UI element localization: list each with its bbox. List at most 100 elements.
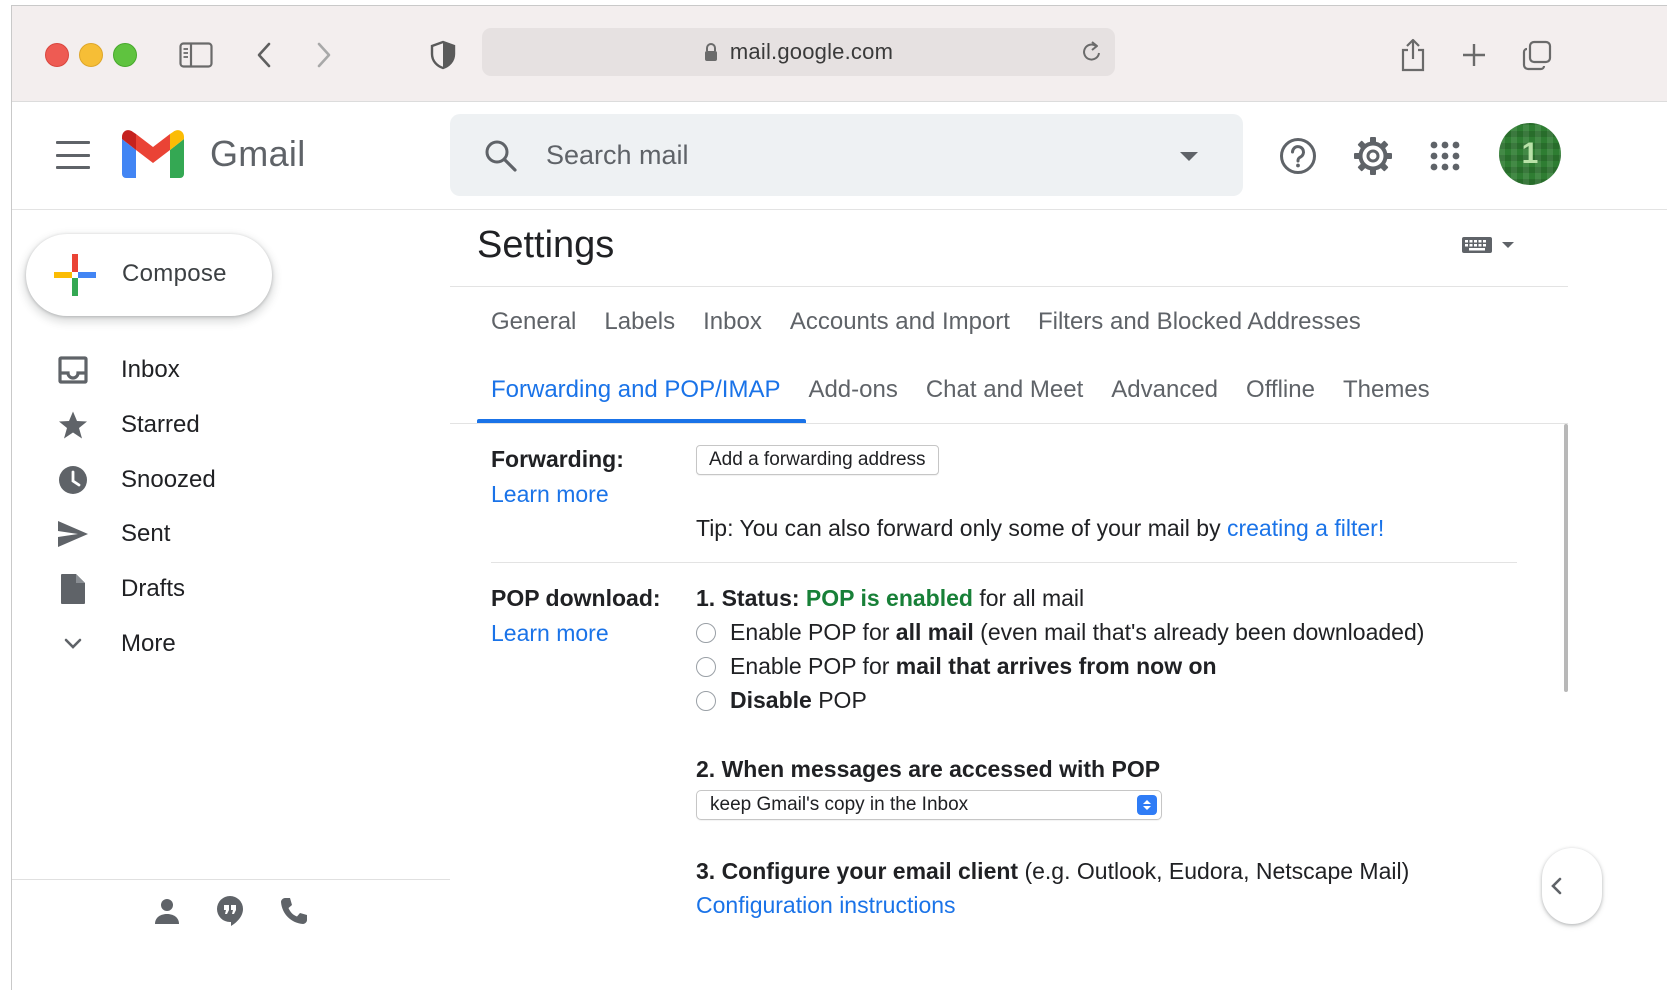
contacts-person-icon[interactable] xyxy=(150,894,184,928)
sidebar-item-more[interactable]: More xyxy=(12,616,432,671)
reload-icon[interactable] xyxy=(1081,40,1103,69)
minimize-window-button[interactable] xyxy=(79,43,103,67)
pop-status-suffix: for all mail xyxy=(972,585,1085,611)
radio-button[interactable] xyxy=(696,690,716,711)
zoom-window-button[interactable] xyxy=(113,43,137,67)
pop-status-prefix: 1. Status: xyxy=(696,585,806,611)
search-options-icon[interactable] xyxy=(1180,152,1198,161)
tab-general[interactable]: General xyxy=(477,306,590,346)
send-icon xyxy=(56,517,90,551)
option-pre: Enable POP for xyxy=(730,653,896,679)
apps-grid-icon[interactable] xyxy=(1420,131,1470,181)
tab-inbox[interactable]: Inbox xyxy=(689,306,776,346)
sidebar-item-label: Drafts xyxy=(121,575,186,603)
sidebar-item-label: More xyxy=(121,629,176,657)
settings-tabs-row1: General Labels Inbox Accounts and Import… xyxy=(477,306,1375,346)
input-tools-button[interactable] xyxy=(1462,236,1514,254)
page-title: Settings xyxy=(477,224,615,266)
tab-add-ons[interactable]: Add-ons xyxy=(794,374,911,414)
configuration-instructions-link[interactable]: Configuration instructions xyxy=(696,892,956,919)
draft-icon xyxy=(56,572,90,606)
sidebar-item-label: Sent xyxy=(121,520,171,548)
chevron-left-icon xyxy=(1551,877,1562,895)
forwarding-tip: Tip: You can also forward only some of y… xyxy=(696,515,1384,542)
gmail-header: Gmail Search mail 1 xyxy=(12,103,1667,210)
main-menu-icon[interactable] xyxy=(56,141,90,169)
tab-accounts-and-import[interactable]: Accounts and Import xyxy=(776,306,1024,346)
pop-option-disable[interactable]: Disable POP xyxy=(696,687,867,714)
sidebar-item-inbox[interactable]: Inbox xyxy=(12,343,432,398)
pop-learn-more-link[interactable]: Learn more xyxy=(491,620,609,647)
account-avatar[interactable]: 1 xyxy=(1499,123,1561,185)
settings-gear-icon[interactable] xyxy=(1348,131,1398,181)
browser-toolbar: mail.google.com xyxy=(12,6,1667,102)
compose-button[interactable]: Compose xyxy=(26,234,272,316)
pop-access-select[interactable]: keep Gmail's copy in the Inbox xyxy=(696,790,1162,820)
keyboard-icon xyxy=(1462,237,1492,253)
sidebar-item-starred[interactable]: Starred xyxy=(12,398,432,453)
sidebar-item-sent[interactable]: Sent xyxy=(12,507,432,562)
inbox-icon xyxy=(56,353,90,387)
tab-chat-and-meet[interactable]: Chat and Meet xyxy=(912,374,1097,414)
divider xyxy=(450,286,1568,287)
radio-button[interactable] xyxy=(696,622,716,643)
phone-icon[interactable] xyxy=(277,894,311,928)
side-panel-toggle[interactable] xyxy=(1542,848,1602,924)
search-input[interactable] xyxy=(546,130,1146,180)
radio-button[interactable] xyxy=(696,656,716,677)
configure-client-heading: 3. Configure your email client xyxy=(696,858,1019,884)
tab-labels[interactable]: Labels xyxy=(590,306,689,346)
close-window-button[interactable] xyxy=(45,43,69,67)
sidebar-item-label: Inbox xyxy=(121,356,180,384)
option-text: Enable POP for mail that arrives from no… xyxy=(730,653,1217,680)
search-icon[interactable] xyxy=(484,139,518,178)
tab-themes[interactable]: Themes xyxy=(1329,374,1444,414)
sidebar-item-drafts[interactable]: Drafts xyxy=(12,562,432,617)
option-pre: Enable POP for xyxy=(730,619,896,645)
address-bar[interactable]: mail.google.com xyxy=(482,28,1115,76)
select-stepper-icon xyxy=(1137,795,1157,815)
sidebar-item-label: Starred xyxy=(121,411,200,439)
content-scrollbar[interactable] xyxy=(1564,424,1568,692)
configure-client-note: (e.g. Outlook, Eudora, Netscape Mail) xyxy=(1018,858,1410,884)
forwarding-tip-text: Tip: You can also forward only some of y… xyxy=(696,515,1227,541)
tab-advanced[interactable]: Advanced xyxy=(1097,374,1232,414)
back-icon[interactable] xyxy=(252,33,276,77)
pop-status: 1. Status: POP is enabled for all mail xyxy=(696,585,1084,612)
tab-offline[interactable]: Offline xyxy=(1232,374,1329,414)
sidebar-toggle-icon[interactable] xyxy=(178,33,214,77)
hangouts-icon[interactable] xyxy=(213,894,247,928)
privacy-shield-icon[interactable] xyxy=(429,33,457,77)
pop-option-from-now-on[interactable]: Enable POP for mail that arrives from no… xyxy=(696,653,1217,680)
divider xyxy=(450,423,1568,424)
clock-icon xyxy=(56,463,90,497)
share-icon[interactable] xyxy=(1398,33,1428,77)
option-bold: all mail xyxy=(895,619,974,645)
select-value: keep Gmail's copy in the Inbox xyxy=(710,794,969,815)
url-text: mail.google.com xyxy=(729,39,894,64)
option-bold: mail that arrives from now on xyxy=(895,653,1217,679)
tab-overview-icon[interactable] xyxy=(1520,33,1554,77)
sidebar-nav: Inbox Starred Snoozed Sent Drafts More xyxy=(12,343,432,671)
sidebar-item-snoozed[interactable]: Snoozed xyxy=(12,452,432,507)
pop-option-all-mail[interactable]: Enable POP for all mail (even mail that'… xyxy=(696,619,1424,646)
new-tab-icon[interactable] xyxy=(1460,33,1488,77)
browser-window: mail.google.com Gmail Search mail 1 Comp… xyxy=(11,5,1667,990)
gmail-logo-icon[interactable] xyxy=(122,130,184,183)
pop-download-label: POP download: xyxy=(491,585,661,611)
compose-label: Compose xyxy=(122,260,227,287)
compose-plus-icon xyxy=(54,254,96,296)
chevron-down-icon xyxy=(56,627,90,661)
forwarding-learn-more-link[interactable]: Learn more xyxy=(491,481,609,508)
help-icon[interactable] xyxy=(1273,131,1323,181)
tab-forwarding-and-pop-imap[interactable]: Forwarding and POP/IMAP xyxy=(477,374,794,414)
option-text: Enable POP for all mail (even mail that'… xyxy=(730,619,1424,646)
forward-icon[interactable] xyxy=(312,33,336,77)
search-bar[interactable] xyxy=(450,114,1243,196)
option-text: Disable POP xyxy=(730,687,867,714)
add-forwarding-address-button[interactable]: Add a forwarding address xyxy=(696,445,939,475)
creating-filter-link[interactable]: creating a filter! xyxy=(1227,515,1384,541)
star-icon xyxy=(56,408,90,442)
option-bold: Disable xyxy=(730,687,812,713)
tab-filters-and-blocked-addresses[interactable]: Filters and Blocked Addresses xyxy=(1024,306,1375,346)
